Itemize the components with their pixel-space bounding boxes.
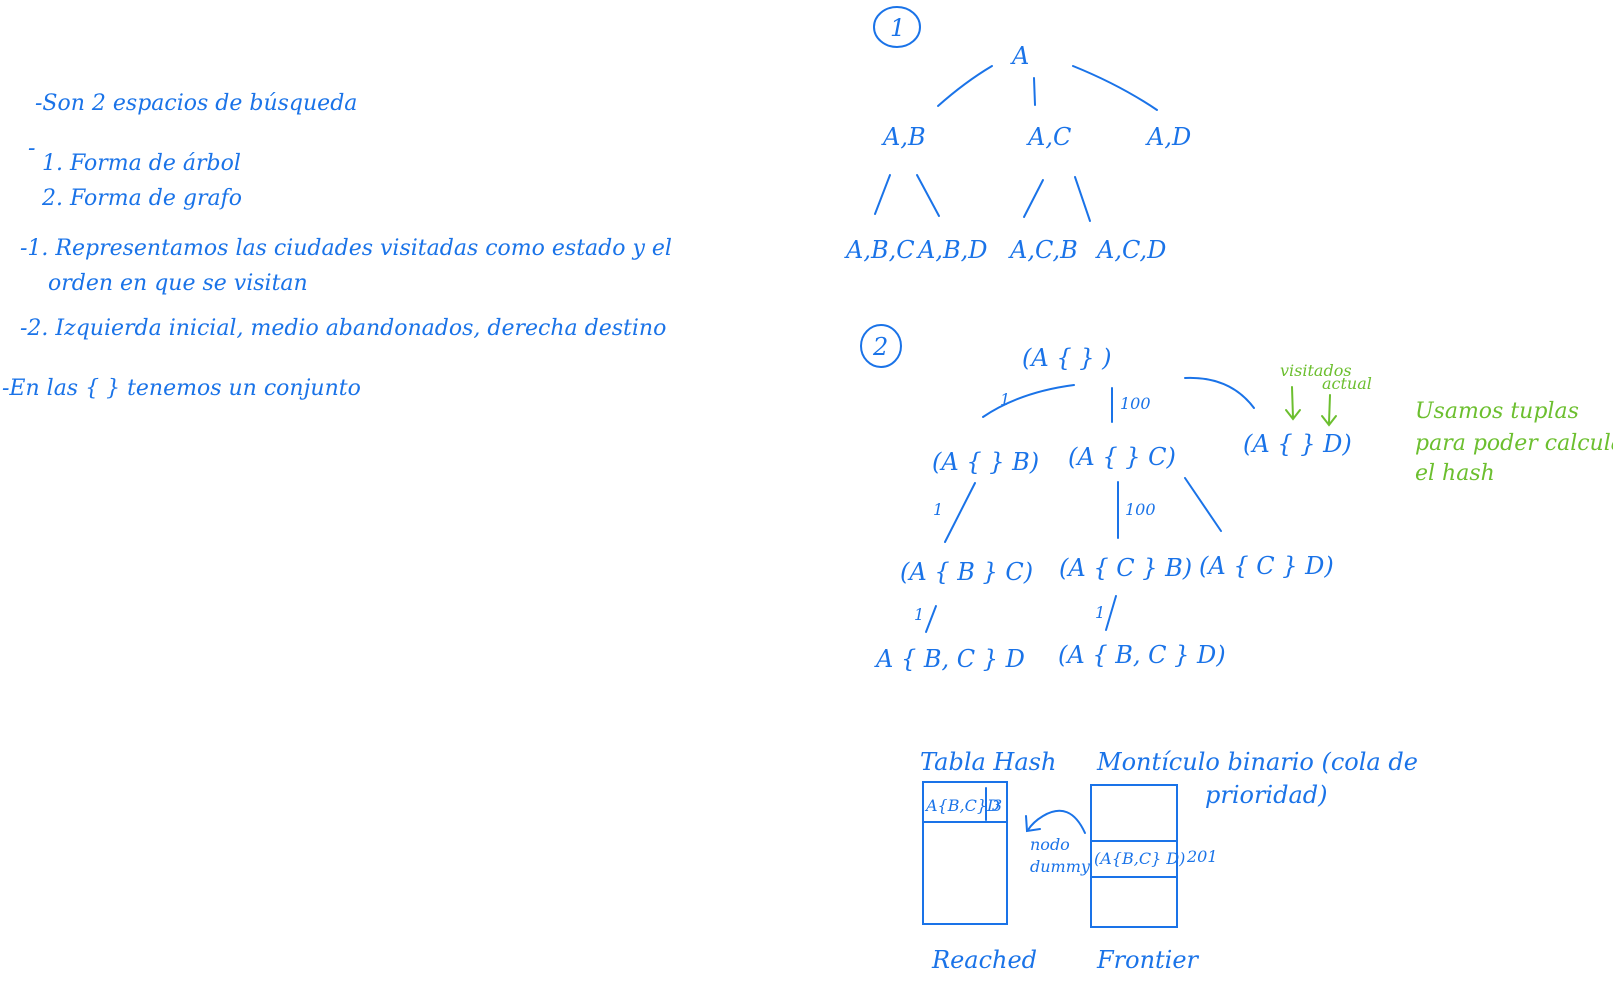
dummy-note-line2: dummy	[1030, 857, 1091, 876]
graph-node-ab-c: (A { B } C)	[900, 558, 1033, 586]
tree-edge-ac-acb	[1023, 179, 1044, 218]
graph-edge-cb-d	[1105, 595, 1117, 631]
tree-edge-ab-abc	[874, 174, 891, 215]
tree-node-abc: A,B,C	[844, 236, 915, 264]
note-left-middle-right: -2. Izquierda inicial, medio abandonados…	[20, 316, 666, 341]
section-1-marker: 1	[890, 14, 905, 42]
section-2-graph: 2 (A { } ) 1 100 (A { } B) (A { } C) (A …	[860, 324, 1613, 673]
graph-edge-root-b	[982, 384, 1075, 418]
note-set-braces: -En las { } tenemos un conjunto	[2, 376, 361, 401]
notes: -Son 2 espacios de búsqueda - 1. Forma d…	[2, 91, 672, 401]
tree-node-acb: A,C,B	[1008, 236, 1078, 264]
side-note-line2: para poder calcular	[1415, 431, 1613, 456]
note-dash: -	[28, 136, 35, 161]
tree-edge-a-ad	[1072, 65, 1158, 111]
note-tree-form: 1. Forma de árbol	[42, 151, 241, 176]
graph-node-abc-d-dup: (A { B, C } D)	[1058, 641, 1226, 669]
heap-entry: (A{B,C} D)	[1094, 849, 1185, 868]
graph-node-a-c: (A { } C)	[1068, 443, 1176, 471]
tree-edge-ab-abd	[916, 174, 940, 217]
section-2-marker: 2	[872, 333, 888, 361]
graph-edge-bc-d	[925, 605, 937, 633]
graph-node-a-d: (A { } D)	[1243, 430, 1352, 458]
graph-node-abc-d: A { B, C } D	[874, 645, 1025, 673]
dummy-note-line1: nodo	[1030, 835, 1070, 854]
graph-edge-c-cd	[1184, 477, 1222, 532]
graph-node-ac-b: (A { C } B)	[1059, 554, 1192, 582]
hash-entry-key: A{B,C}D	[924, 796, 1000, 815]
graph-root: (A { } )	[1022, 344, 1111, 372]
note-graph-form: 2. Forma de grafo	[41, 186, 242, 211]
tree-node-abd: A,B,D	[916, 236, 987, 264]
annotation-actual: actual	[1322, 374, 1372, 393]
graph-edge-root-d	[1184, 376, 1255, 409]
tree-node-ab: A,B	[881, 123, 926, 151]
section-1-tree: 1 A A,B A,C A,D A,B,C A,B,D A,C,B A,C,D	[844, 6, 1191, 264]
graph-node-ac-d: (A { C } D)	[1199, 552, 1334, 580]
arrow-visitados-icon	[1285, 386, 1301, 421]
graph-weight-c-cb: 100	[1125, 500, 1156, 519]
frontier-label: Frontier	[1096, 946, 1200, 974]
tree-root: A	[1010, 42, 1029, 70]
tree-node-ad: A,D	[1145, 123, 1191, 151]
heap-title-line1: Montículo binario (cola de	[1096, 748, 1418, 776]
arrow-actual-icon	[1321, 394, 1337, 427]
graph-weight-b-bc: 1	[933, 500, 943, 519]
graph-weight-cb-d: 1	[1095, 603, 1105, 622]
note-search-spaces: -Son 2 espacios de búsqueda	[35, 91, 357, 116]
note-represent-cities: -1. Representamos las ciudades visitadas…	[20, 236, 672, 261]
tree-edge-a-ac	[1033, 77, 1036, 106]
note-visit-order: orden en que se visitan	[48, 271, 308, 296]
tree-edge-a-ab	[937, 65, 993, 107]
graph-edge-b-bc	[944, 482, 976, 543]
graph-weight-root-b: 1	[1000, 390, 1010, 409]
heap-title-line2: prioridad)	[1205, 781, 1328, 809]
heap-entry-priority: 201	[1186, 847, 1218, 866]
graph-node-a-b: (A { } B)	[932, 448, 1039, 476]
graph-weight-root-c: 100	[1120, 394, 1151, 413]
reached-label: Reached	[931, 946, 1037, 974]
tree-node-acd: A,C,D	[1095, 236, 1166, 264]
tree-node-ac: A,C	[1026, 123, 1071, 151]
graph-weight-bc-d: 1	[914, 605, 924, 624]
whiteboard-canvas: -Son 2 espacios de búsqueda - 1. Forma d…	[2, 6, 1613, 974]
data-structures: Tabla Hash A{B,C}D 3 Reached nodo dummy …	[920, 748, 1418, 974]
hash-entry-value: 3	[992, 796, 1002, 815]
hash-table-title: Tabla Hash	[920, 748, 1056, 776]
tree-edge-ac-acd	[1074, 176, 1091, 222]
side-note-line3: el hash	[1415, 461, 1495, 486]
side-note-line1: Usamos tuplas	[1415, 399, 1579, 424]
